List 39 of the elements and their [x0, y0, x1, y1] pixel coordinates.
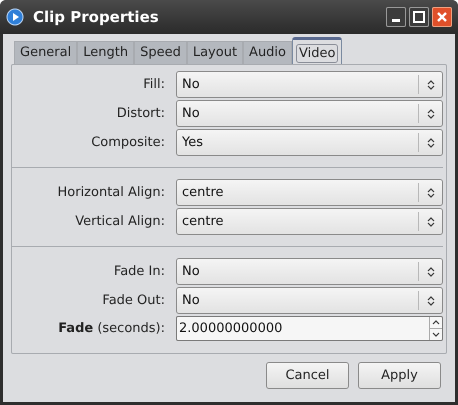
dropdown[interactable]: No — [176, 287, 443, 314]
play-logo-icon — [6, 8, 24, 26]
tab[interactable]: Layout — [186, 41, 244, 64]
up-down-icon — [426, 108, 434, 120]
tab[interactable]: Speed — [134, 41, 187, 64]
dropdown[interactable]: No — [176, 71, 443, 98]
dropdown[interactable]: No — [176, 258, 443, 285]
field-label: Distort: — [116, 104, 165, 123]
field-label: Horizontal Align: — [56, 184, 165, 202]
up-down-icon — [426, 266, 434, 278]
dropdown[interactable]: Yes — [176, 129, 443, 156]
close-button[interactable] — [432, 7, 452, 27]
up-down-icon — [426, 78, 434, 90]
field-label: Fade Out: — [101, 292, 165, 310]
field-label: Fade In: — [112, 262, 165, 281]
up-down-icon — [426, 186, 434, 198]
dropdown[interactable]: No — [176, 100, 443, 127]
field-label: Fade (seconds): — [57, 320, 165, 338]
tab[interactable]: Audio — [243, 41, 292, 64]
dialog-button[interactable]: Apply — [358, 362, 441, 389]
up-down-icon — [426, 294, 434, 306]
maximize-icon — [413, 11, 425, 23]
dropdown[interactable]: centre — [176, 208, 443, 235]
up-down-icon — [426, 136, 434, 148]
close-icon — [436, 11, 448, 23]
maximize-button[interactable] — [409, 7, 429, 27]
minimize-button[interactable] — [386, 7, 406, 27]
up-down-icon — [426, 216, 434, 228]
window-title: Clip Properties — [33, 6, 160, 28]
field-label: Composite: — [90, 134, 165, 152]
dialog-button[interactable]: Cancel — [266, 362, 349, 389]
field-label: Fill: — [142, 76, 165, 94]
tab[interactable]: General — [14, 41, 78, 64]
dropdown[interactable]: centre — [176, 179, 443, 206]
minimize-icon — [392, 19, 400, 22]
tab[interactable]: Video — [292, 37, 342, 64]
number-spinbox[interactable]: 2.00000000000 — [176, 316, 443, 341]
tab[interactable]: Length — [77, 41, 134, 64]
field-label: Vertical Align: — [74, 212, 165, 231]
